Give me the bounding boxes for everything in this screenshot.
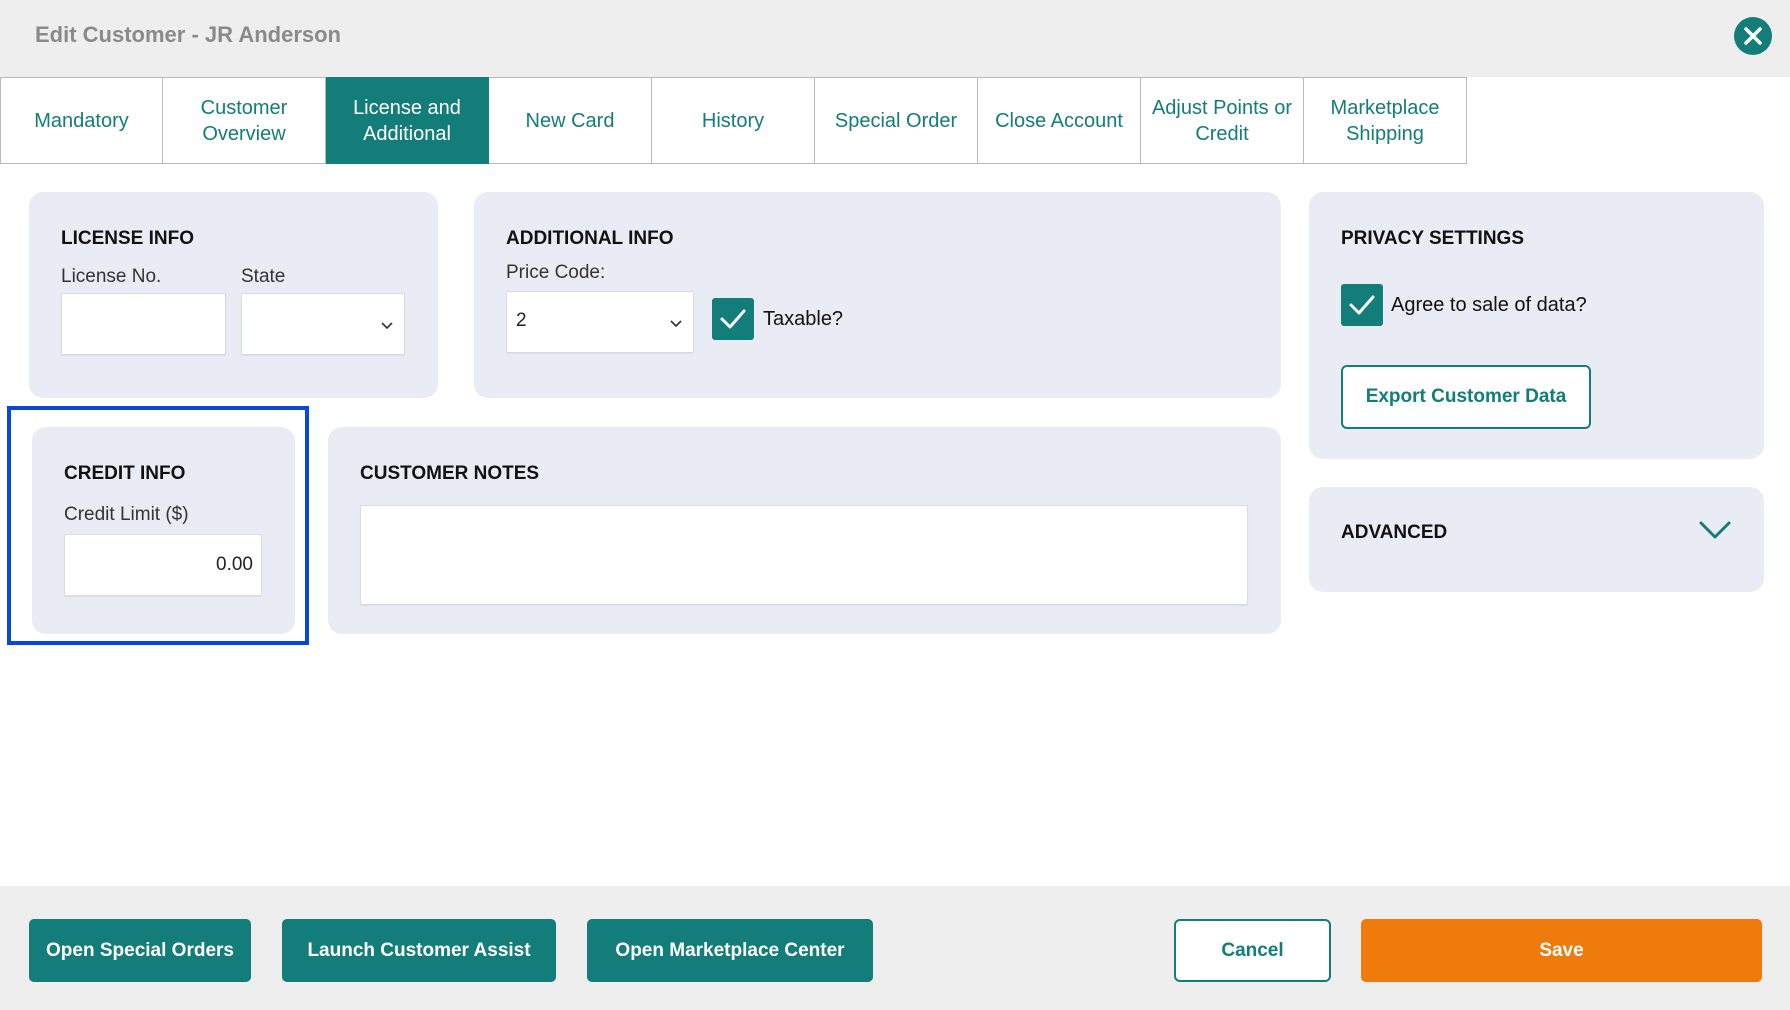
close-icon	[1744, 27, 1762, 45]
tab-license-and-additional[interactable]: License and Additional	[326, 77, 489, 164]
tab-close-account[interactable]: Close Account	[978, 77, 1141, 164]
check-icon	[720, 309, 746, 329]
privacy-settings-card: PRIVACY SETTINGS Agree to sale of data? …	[1309, 192, 1764, 459]
additional-info-title: ADDITIONAL INFO	[506, 228, 674, 249]
save-button[interactable]: Save	[1361, 919, 1762, 982]
advanced-title: ADVANCED	[1341, 522, 1448, 543]
export-customer-data-button[interactable]: Export Customer Data	[1341, 365, 1591, 429]
tab-new-card[interactable]: New Card	[489, 77, 652, 164]
tab-mandatory[interactable]: Mandatory	[0, 77, 163, 164]
chevron-down-icon[interactable]	[1698, 519, 1732, 541]
additional-info-card: ADDITIONAL INFO Price Code: 2 Taxable?	[474, 192, 1281, 398]
tab-history[interactable]: History	[652, 77, 815, 164]
advanced-card[interactable]: ADVANCED	[1309, 487, 1764, 592]
price-code-select[interactable]: 2	[506, 291, 694, 353]
launch-customer-assist-button[interactable]: Launch Customer Assist	[282, 919, 556, 982]
state-label: State	[241, 266, 286, 287]
window-header: Edit Customer - JR Anderson	[0, 0, 1790, 77]
price-code-label: Price Code:	[506, 262, 606, 283]
license-no-label: License No.	[61, 266, 162, 287]
taxable-checkbox[interactable]	[712, 298, 754, 340]
tab-customer-overview[interactable]: Customer Overview	[163, 77, 326, 164]
license-no-input[interactable]	[61, 293, 226, 355]
tab-marketplace-shipping[interactable]: Marketplace Shipping	[1304, 77, 1467, 164]
customer-notes-card: CUSTOMER NOTES	[328, 427, 1281, 634]
tab-adjust-points-or-credit[interactable]: Adjust Points or Credit	[1141, 77, 1304, 164]
agree-sale-of-data-checkbox[interactable]	[1341, 284, 1383, 326]
close-button[interactable]	[1734, 17, 1772, 55]
selection-highlight	[7, 406, 309, 645]
cancel-button[interactable]: Cancel	[1174, 919, 1331, 982]
taxable-label: Taxable?	[763, 308, 844, 330]
customer-notes-title: CUSTOMER NOTES	[360, 463, 540, 484]
check-icon	[1349, 295, 1375, 315]
chevron-down-icon	[670, 320, 682, 328]
chevron-down-icon	[381, 322, 393, 330]
tab-bar: Mandatory Customer Overview License and …	[0, 77, 1467, 166]
state-select[interactable]	[241, 293, 405, 355]
privacy-settings-title: PRIVACY SETTINGS	[1341, 228, 1524, 249]
tab-special-order[interactable]: Special Order	[815, 77, 978, 164]
customer-notes-textarea[interactable]	[360, 505, 1248, 605]
license-info-title: LICENSE INFO	[61, 228, 195, 249]
open-special-orders-button[interactable]: Open Special Orders	[29, 919, 251, 982]
license-info-card: LICENSE INFO License No. State	[29, 192, 438, 398]
window-title: Edit Customer - JR Anderson	[35, 22, 341, 47]
agree-sale-of-data-label: Agree to sale of data?	[1391, 294, 1587, 316]
open-marketplace-center-button[interactable]: Open Marketplace Center	[587, 919, 873, 982]
